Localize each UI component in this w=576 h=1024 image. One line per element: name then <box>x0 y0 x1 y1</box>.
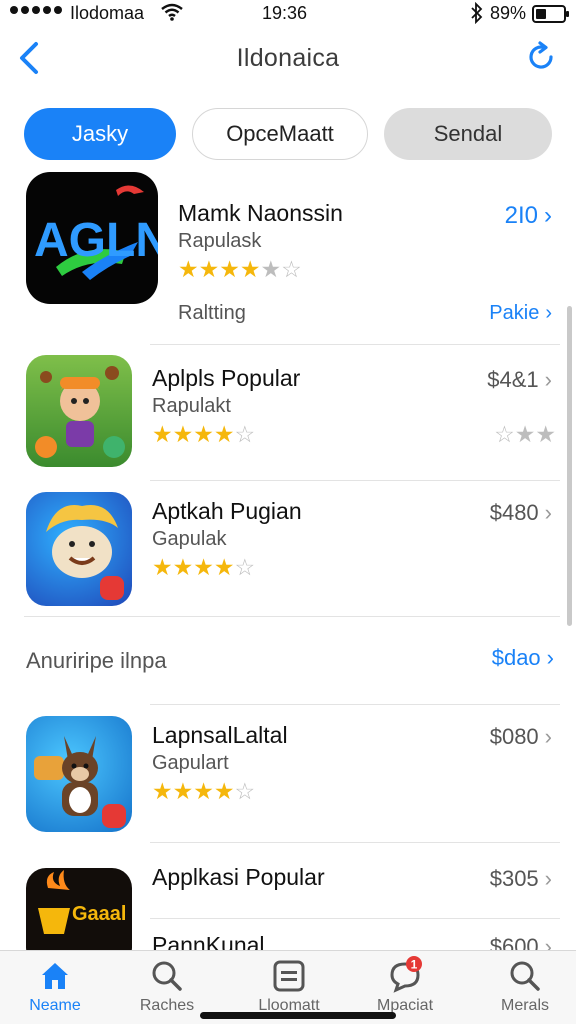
battery-percent: 89% <box>490 3 527 23</box>
divider <box>150 344 560 345</box>
app-secondary-stars: ☆★★ <box>494 421 556 447</box>
list-icon <box>273 960 305 992</box>
app-name: Applkasi Popular <box>152 864 325 890</box>
chat-bubble-icon: 1 <box>390 956 422 993</box>
chevron-right-icon: › <box>544 934 552 950</box>
page-title: Ildonaica <box>236 44 340 72</box>
segment-control: Jasky OpceMaatt Sendal <box>24 108 554 162</box>
featured-price-button[interactable]: 2I0 › <box>505 202 552 230</box>
chevron-right-icon: › <box>544 500 552 525</box>
carrier-name: Ilodomaa <box>70 3 145 23</box>
featured-app-icon: AGLN <box>26 172 158 304</box>
search-icon <box>510 961 540 991</box>
chevron-right-icon: › <box>544 724 552 749</box>
app-icon <box>26 716 132 832</box>
scrollbar[interactable] <box>567 306 572 626</box>
chevron-right-icon: › <box>544 866 552 891</box>
app-rating-stars: ★★★★☆ <box>152 421 256 447</box>
featured-app-subtitle: Rapulask <box>178 230 262 252</box>
tab-more[interactable]: Merals <box>470 959 576 1015</box>
chevron-right-icon: › <box>545 302 552 324</box>
tab-label: Raches <box>139 997 195 1014</box>
app-rating-stars: ★★★★☆ <box>152 554 256 580</box>
tab-label: Neame <box>29 997 81 1014</box>
divider <box>150 480 560 481</box>
featured-footer-label: Raltting <box>178 302 246 324</box>
app-name: Aptkah Pugian <box>152 498 302 524</box>
bluetooth-icon <box>471 2 483 24</box>
app-price-button[interactable]: $080 › <box>490 724 552 750</box>
tab-searches[interactable]: Raches <box>112 959 222 1015</box>
battery-icon <box>532 5 569 23</box>
app-name: Aplpls Popular <box>152 365 301 391</box>
featured-app-name: Mamk Naonssin <box>178 200 343 226</box>
app-subtitle: Gapulart <box>152 752 229 774</box>
signal-icon <box>10 6 62 14</box>
app-icon <box>26 492 132 606</box>
divider <box>150 842 560 843</box>
segment-tab-2[interactable]: OpceMaatt <box>192 108 368 160</box>
chevron-right-icon: › <box>546 645 554 670</box>
tab-messages[interactable]: 1 Mpaciat <box>350 956 460 1015</box>
refresh-icon[interactable] <box>524 40 558 74</box>
app-icon <box>26 355 132 467</box>
section-see-all-link[interactable]: $dao › <box>492 645 554 671</box>
navigation-bar: Ildonaica <box>0 36 576 84</box>
wifi-icon <box>161 3 183 21</box>
divider <box>24 616 560 617</box>
segment-tab-1[interactable]: Jasky <box>24 108 176 160</box>
featured-app[interactable]: AGLN Mamk Naonssin Rapulask ★★★★★☆ 2I0 › … <box>0 170 576 350</box>
chevron-right-icon: › <box>544 202 552 229</box>
app-subtitle: Rapulakt <box>152 395 231 417</box>
notification-badge: 1 <box>411 958 418 972</box>
app-price-button[interactable]: $600 › <box>490 934 552 950</box>
app-row[interactable]: LapnsalLaltal Gapulart ★★★★☆ $080 › <box>0 716 576 836</box>
clock: 19:36 <box>262 3 308 23</box>
tab-library[interactable]: Lloomatt <box>234 959 344 1015</box>
app-row[interactable]: PannKunal $600 › <box>0 930 576 950</box>
app-price-button[interactable]: $4&1 › <box>487 367 552 393</box>
app-row[interactable]: Aplpls Popular Rapulakt ★★★★☆ $4&1 › ☆★★ <box>0 355 576 475</box>
status-bar: Ilodomaa 19:36 89% <box>0 0 576 28</box>
app-price-button[interactable]: $480 › <box>490 500 552 526</box>
search-icon <box>152 961 182 991</box>
tab-label: Merals <box>500 997 549 1014</box>
app-subtitle: Gapulak <box>152 528 227 550</box>
featured-footer-link[interactable]: Pakie › <box>489 302 552 325</box>
home-icon <box>42 963 68 989</box>
segment-tab-3[interactable]: Sendal <box>384 108 552 160</box>
divider <box>150 918 560 919</box>
divider <box>150 704 560 705</box>
app-name: LapnsalLaltal <box>152 722 288 748</box>
app-rating-stars: ★★★★☆ <box>152 778 256 804</box>
app-icon-letters: Gaaal <box>72 903 126 925</box>
section-title: Anuriripe ilnpa <box>26 648 167 673</box>
app-row[interactable]: Aptkah Pugian Gapulak ★★★★☆ $480 › <box>0 492 576 612</box>
featured-rating-stars: ★★★★★☆ <box>178 256 302 282</box>
app-price-button[interactable]: $305 › <box>490 866 552 892</box>
featured-icon-letters: AGLN <box>34 214 158 267</box>
app-name: PannKunal <box>152 932 265 950</box>
tab-home[interactable]: Neame <box>0 959 110 1015</box>
chevron-right-icon: › <box>544 367 552 392</box>
home-indicator <box>200 1012 396 1019</box>
